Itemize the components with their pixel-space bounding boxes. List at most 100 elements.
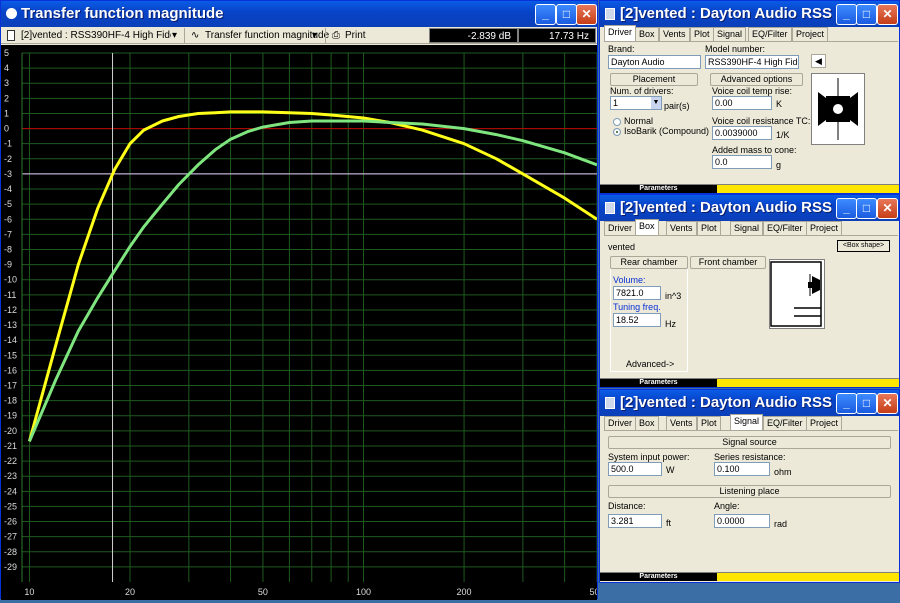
- close-button[interactable]: ✕: [877, 393, 898, 414]
- magnitude-chart[interactable]: 543210-1-2-3-4-5-6-7-8-9-10-11-12-13-14-…: [1, 45, 605, 600]
- main-window: Transfer function magnitude _ □ ✕ [2]ven…: [0, 0, 605, 600]
- tab-project[interactable]: Project: [792, 27, 829, 41]
- x-tick-label: 100: [356, 587, 371, 597]
- y-tick-label: -3: [4, 169, 12, 179]
- tab-plot[interactable]: Plot: [690, 27, 714, 41]
- view-dropdown-icon[interactable]: ▾: [312, 28, 317, 43]
- tab-vents[interactable]: Vents: [666, 416, 697, 430]
- radio-isobarik[interactable]: [613, 128, 621, 136]
- wave-icon: ∿: [191, 30, 200, 41]
- close-button[interactable]: ✕: [576, 4, 597, 25]
- box-type-label: vented: [608, 242, 636, 252]
- tab-vents[interactable]: Vents: [666, 221, 697, 235]
- project-select[interactable]: [2]vented : RSS390HF-4 High Fidelity 15: [21, 28, 171, 43]
- parameters-label: Parameters: [639, 185, 678, 192]
- distance-field[interactable]: 3.281: [608, 514, 662, 528]
- signal-source-header: Signal source: [608, 436, 891, 449]
- toolbar-separator: [184, 28, 185, 43]
- radio-normal-label[interactable]: Normal: [624, 116, 653, 126]
- brand-label: Brand:: [608, 44, 635, 54]
- advanced-link[interactable]: Advanced->: [626, 359, 674, 369]
- project-dropdown-icon[interactable]: ▾: [172, 28, 177, 43]
- window-title: Transfer function magnitude: [21, 5, 224, 22]
- vc-res-field[interactable]: 0.0039000: [712, 126, 772, 140]
- minimize-button[interactable]: _: [836, 4, 857, 25]
- box-shape-button[interactable]: <Box shape>: [837, 240, 890, 252]
- view-select[interactable]: Transfer function magnitude: [205, 28, 329, 43]
- tab-project[interactable]: Project: [806, 416, 843, 430]
- y-tick-label: -4: [4, 184, 12, 194]
- angle-field[interactable]: 0.0000: [714, 514, 770, 528]
- speaker-icon[interactable]: ◀: [811, 54, 826, 68]
- maximize-button[interactable]: □: [856, 198, 877, 219]
- minimize-button[interactable]: _: [836, 393, 857, 414]
- minimize-button[interactable]: _: [836, 198, 857, 219]
- plot-area[interactable]: 5 4 3 2 1 0 -1 -2 -3 -4 -5 -6 -7 -8 -9 -10 -11 -12 -13 -14-…: [1, 45, 605, 600]
- tab-plot[interactable]: Plot: [697, 416, 721, 430]
- model-field[interactable]: RSS390HF-4 High Fidelit: [705, 55, 799, 69]
- radio-isobarik-label[interactable]: IsoBarik (Compound): [624, 126, 709, 136]
- tab-driver[interactable]: Driver: [604, 221, 636, 235]
- vc-temp-field[interactable]: 0.00: [712, 96, 772, 110]
- main-titlebar[interactable]: Transfer function magnitude _ □ ✕: [1, 1, 597, 27]
- print-icon[interactable]: ⎙: [332, 28, 340, 43]
- maximize-button[interactable]: □: [856, 393, 877, 414]
- tab-signal[interactable]: Signal: [730, 221, 764, 235]
- num-drivers-dropdown-icon[interactable]: ▼: [651, 97, 661, 109]
- close-button[interactable]: ✕: [877, 4, 898, 25]
- y-tick-label: -1: [4, 139, 12, 149]
- series-line-1: [27, 110, 598, 442]
- listening-place-header: Listening place: [608, 485, 891, 498]
- close-button[interactable]: ✕: [877, 198, 898, 219]
- minimize-button[interactable]: _: [535, 4, 556, 25]
- rear-chamber-button[interactable]: Rear chamber: [610, 256, 688, 269]
- tab-signal[interactable]: Signal: [713, 27, 747, 41]
- box-titlebar[interactable]: [2]vented : Dayton Audio RSS... _ □ ✕: [600, 195, 899, 221]
- brand-field[interactable]: Dayton Audio: [608, 55, 701, 69]
- tab-driver[interactable]: Driver: [604, 25, 636, 41]
- box-window-title: [2]vented : Dayton Audio RSS...: [620, 199, 832, 216]
- y-tick-label: -24: [4, 486, 17, 496]
- y-tick-label: -22: [4, 456, 17, 466]
- signal-titlebar[interactable]: [2]vented : Dayton Audio RSS... _ □ ✕: [600, 390, 899, 416]
- tab-signal[interactable]: Signal: [730, 414, 764, 430]
- tab-eq-filter[interactable]: EQ/Filter: [748, 27, 792, 41]
- y-tick-label: -29: [4, 562, 17, 572]
- volume-unit: in^3: [665, 291, 682, 301]
- y-tick-label: -28: [4, 547, 17, 557]
- mass-field[interactable]: 0.0: [712, 155, 772, 169]
- x-tick-label: 10: [24, 587, 34, 597]
- maximize-button[interactable]: □: [556, 4, 577, 25]
- front-chamber-button[interactable]: Front chamber: [690, 256, 766, 269]
- tab-plot[interactable]: Plot: [697, 221, 721, 235]
- y-tick-label: -2: [4, 154, 12, 164]
- y-tick-label: -16: [4, 365, 17, 375]
- series-resistance-field[interactable]: 0.100: [714, 462, 770, 476]
- x-tick-label: 50: [258, 587, 268, 597]
- tab-box[interactable]: Box: [635, 416, 659, 430]
- tab-vents[interactable]: Vents: [659, 27, 690, 41]
- readout-db: -2.839 dB: [429, 28, 518, 43]
- driver-window-title: [2]vented : Dayton Audio RSS...: [620, 5, 832, 22]
- y-tick-label: -18: [4, 396, 17, 406]
- driver-titlebar[interactable]: [2]vented : Dayton Audio RSS... _ □ ✕: [600, 1, 899, 27]
- power-field[interactable]: 500.0: [608, 462, 662, 476]
- readout-hz: 17.73 Hz: [518, 28, 596, 43]
- maximize-button[interactable]: □: [856, 4, 877, 25]
- tab-eq-filter[interactable]: EQ/Filter: [763, 221, 807, 235]
- driver-preview: [811, 73, 865, 145]
- tab-box[interactable]: Box: [635, 27, 659, 41]
- volume-field[interactable]: 7821.0: [613, 286, 661, 300]
- tab-eq-filter[interactable]: EQ/Filter: [763, 416, 807, 430]
- y-tick-label: -19: [4, 411, 17, 421]
- power-label: System input power:: [608, 452, 690, 462]
- tuning-field[interactable]: 18.52: [613, 313, 661, 327]
- advanced-options-button[interactable]: Advanced options: [710, 73, 803, 86]
- tab-box[interactable]: Box: [635, 219, 659, 235]
- plot-toolbar: [2]vented : RSS390HF-4 High Fidelity 15 …: [1, 27, 597, 44]
- tab-project[interactable]: Project: [806, 221, 843, 235]
- tab-driver[interactable]: Driver: [604, 416, 636, 430]
- radio-normal[interactable]: [613, 118, 621, 126]
- print-button[interactable]: Print: [345, 28, 366, 43]
- placement-button[interactable]: Placement: [610, 73, 698, 86]
